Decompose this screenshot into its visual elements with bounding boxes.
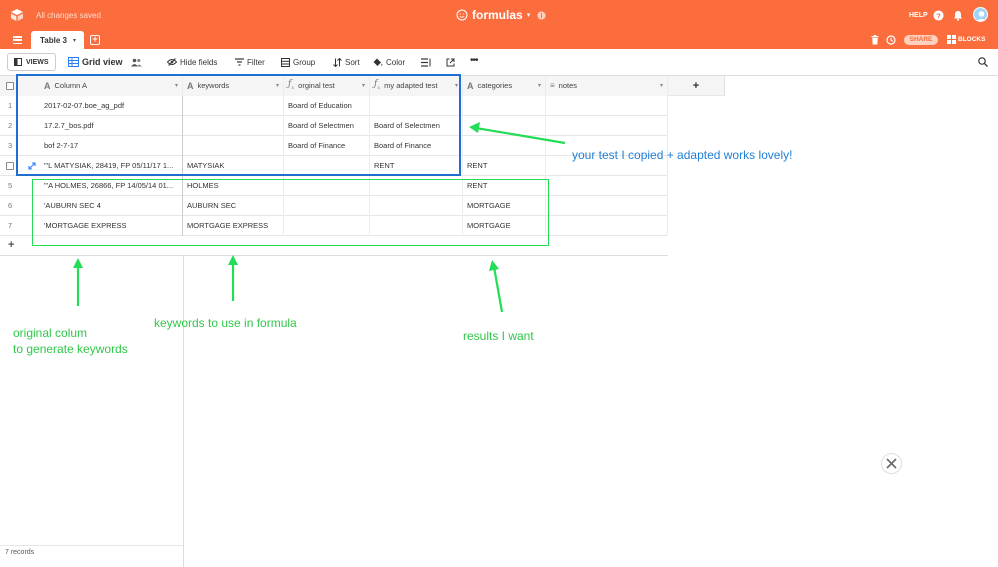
close-icon: [886, 458, 897, 469]
arrow-head: [469, 122, 480, 133]
arrow-to-categories: [492, 266, 504, 313]
arrow-head: [73, 258, 83, 268]
annotation-keywords: keywords to use in formula: [154, 316, 297, 330]
annotation-original-column-line1: original colum: [13, 326, 88, 340]
annotation-adapted-works: your test I copied + adapted works lovel…: [572, 148, 793, 162]
arrow-head: [489, 260, 499, 271]
close-button[interactable]: [881, 453, 902, 474]
annotation-arrows: [73, 122, 566, 313]
annotation-original-column-line2: to generate keywords: [13, 342, 128, 356]
arrow-head: [228, 255, 238, 265]
annotation-results: results I want: [463, 329, 534, 343]
arrow-to-adapted-test: [475, 126, 566, 145]
